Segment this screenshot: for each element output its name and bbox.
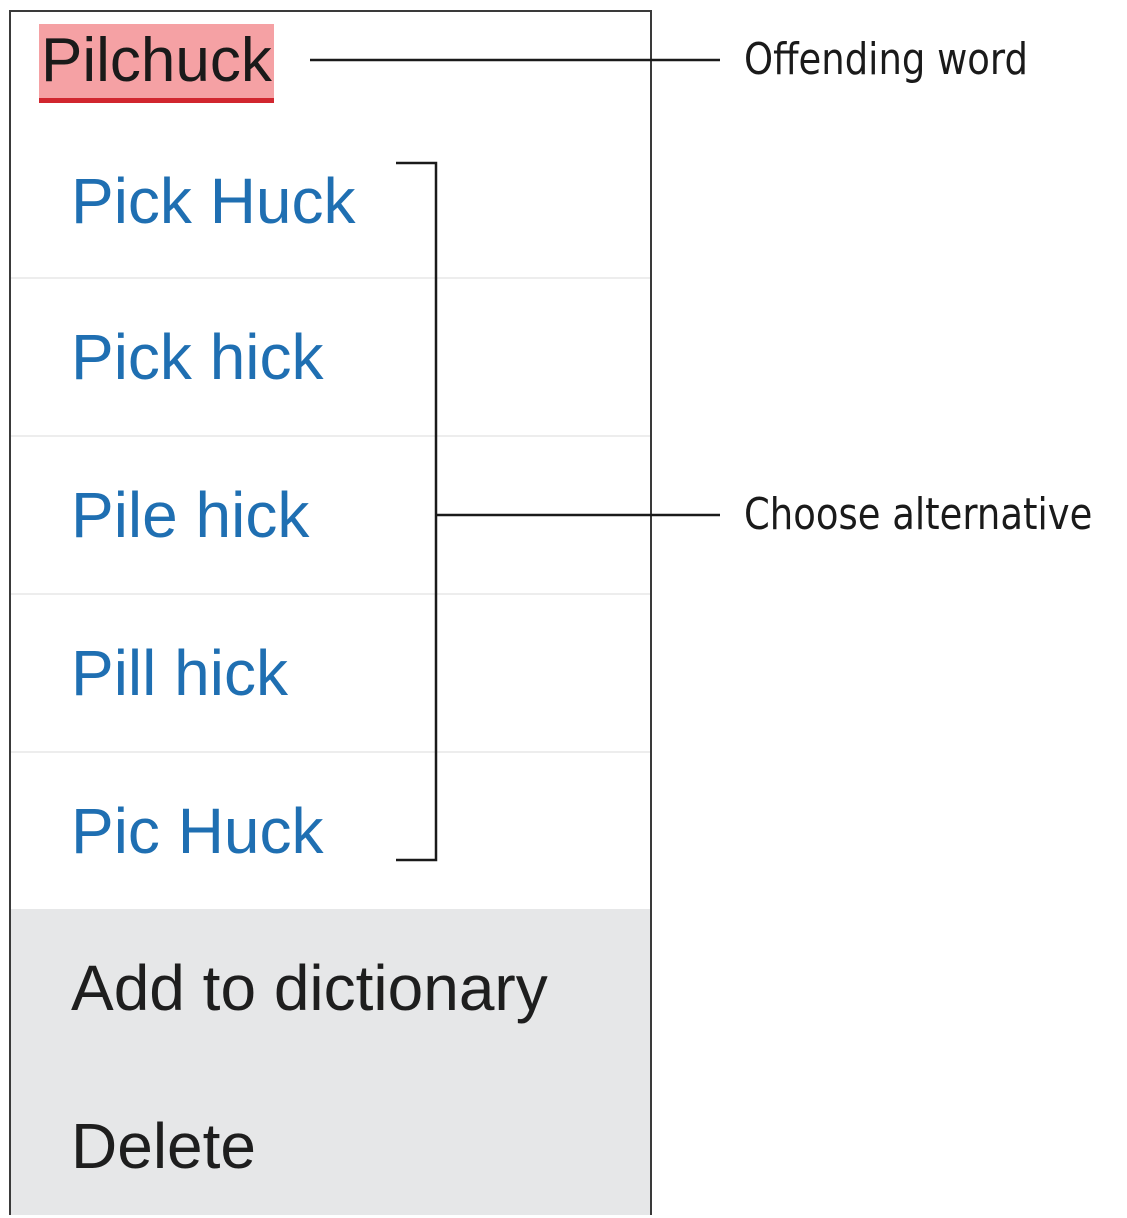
delete-button[interactable]: Delete [11, 1067, 650, 1215]
suggestion-item-pick-hick[interactable]: Pick hick [11, 277, 650, 435]
spellcheck-menu: Pilchuck Pick Huck Pick hick Pile hick P… [9, 10, 652, 1215]
suggestion-label: Pill hick [71, 637, 288, 709]
suggestion-item-pill-hick[interactable]: Pill hick [11, 593, 650, 751]
add-to-dictionary-button[interactable]: Add to dictionary [11, 909, 650, 1067]
choose-alternative-callout: Choose alternative [744, 489, 1093, 540]
suggestion-item-pic-huck[interactable]: Pic Huck [11, 751, 650, 909]
suggestion-label: Pick hick [71, 321, 324, 393]
actions-section: Add to dictionary Delete [11, 909, 650, 1215]
offending-word-callout: Offending word [744, 34, 1028, 85]
offending-word-row: Pilchuck [11, 12, 650, 122]
add-to-dictionary-label: Add to dictionary [71, 952, 548, 1024]
suggestion-label: Pic Huck [71, 795, 324, 867]
suggestion-label: Pick Huck [71, 165, 356, 237]
offending-word[interactable]: Pilchuck [39, 24, 274, 103]
suggestion-label: Pile hick [71, 479, 310, 551]
delete-label: Delete [71, 1110, 256, 1182]
suggestion-item-pick-huck[interactable]: Pick Huck [11, 122, 650, 280]
suggestion-item-pile-hick[interactable]: Pile hick [11, 435, 650, 593]
